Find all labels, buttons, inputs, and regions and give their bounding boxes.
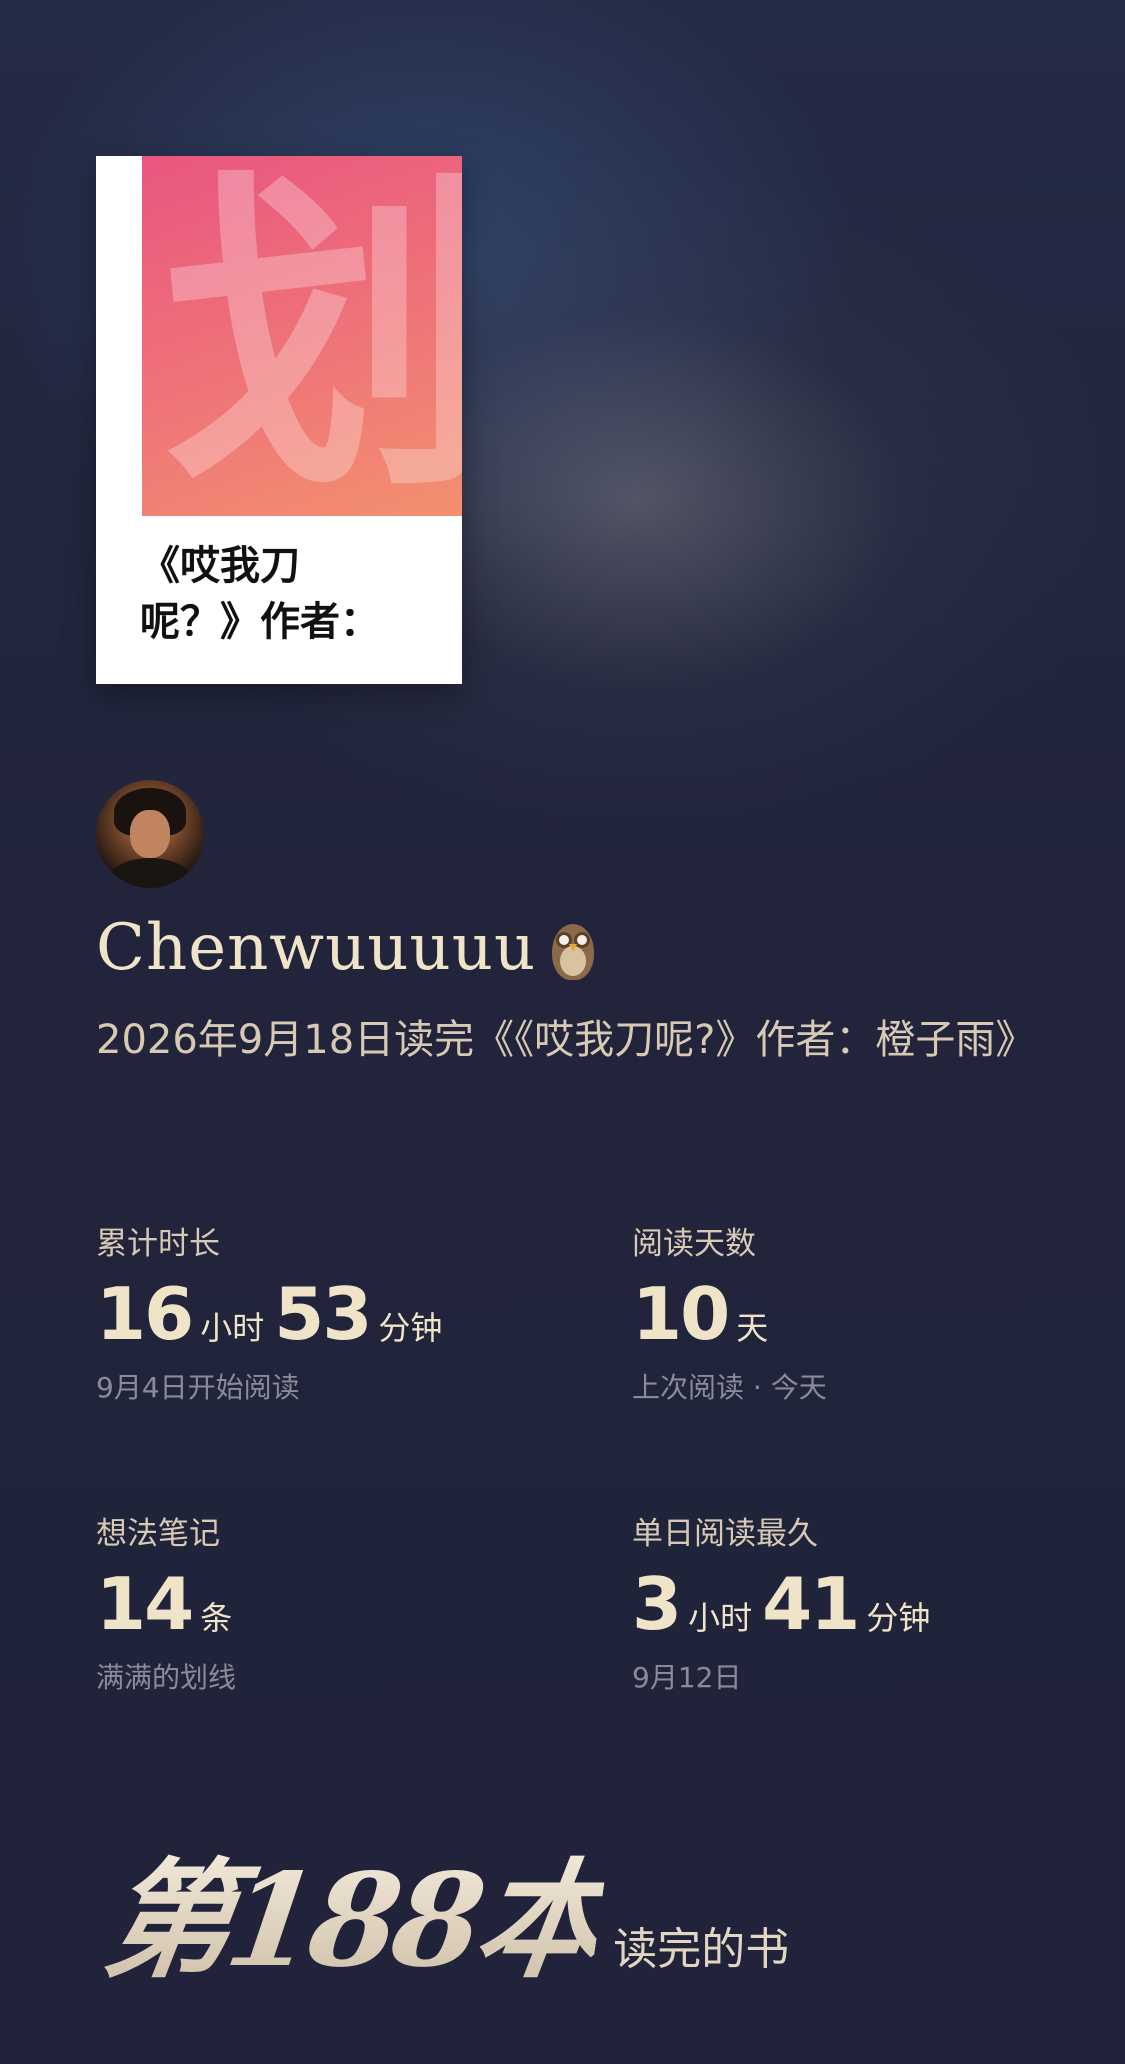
- stat-reading-days: 阅读天数 10 天 上次阅读 · 今天: [632, 1222, 1052, 1408]
- finished-count-number: 第188本: [95, 1846, 610, 1996]
- stat-subtext: 满满的划线: [96, 1661, 237, 1694]
- username: Chenwuuuuu: [96, 911, 537, 985]
- stat-unit: 小时: [200, 1309, 265, 1347]
- stat-number: 16: [96, 1272, 194, 1356]
- stat-label: 想法笔记: [96, 1516, 220, 1552]
- stat-total-time: 累计时长 16 小时 53 分钟 9月4日开始阅读: [96, 1222, 516, 1408]
- cover-glyph: 划: [164, 156, 462, 516]
- stat-notes: 想法笔记 14 条 满满的划线: [96, 1512, 516, 1698]
- cover-title-line2: 呢？》作者：: [140, 598, 380, 645]
- stat-number: 10: [632, 1272, 730, 1356]
- stat-unit: 小时: [688, 1599, 753, 1637]
- stat-longest-day: 单日阅读最久 3 小时 41 分钟 9月12日: [632, 1512, 1052, 1698]
- finished-count: 第188本 读完的书: [95, 1836, 790, 1996]
- stat-number: 14: [96, 1562, 194, 1646]
- stat-label: 累计时长: [96, 1226, 220, 1262]
- cover-title: 《哎我刀 呢？》作者：: [140, 538, 440, 650]
- stat-subtext: 9月4日开始阅读: [96, 1371, 300, 1404]
- stat-value: 3 小时 41 分钟: [632, 1562, 1052, 1646]
- stat-value: 16 小时 53 分钟: [96, 1272, 516, 1356]
- stat-number: 53: [274, 1272, 372, 1356]
- cover-art: 划: [142, 156, 462, 516]
- stat-subtext: 上次阅读 · 今天: [632, 1371, 827, 1404]
- owl-icon: [548, 914, 598, 982]
- stat-unit: 天: [736, 1309, 769, 1347]
- stat-label: 阅读天数: [632, 1226, 756, 1262]
- finish-date-text: 2026年9月18日读完《《哎我刀呢?》作者：橙子雨》: [96, 1017, 1036, 1063]
- avatar[interactable]: [96, 780, 204, 888]
- stat-subtext: 9月12日: [632, 1661, 742, 1694]
- cover-title-line1: 《哎我刀: [140, 542, 300, 589]
- stat-value: 10 天: [632, 1272, 1052, 1356]
- stat-unit: 条: [200, 1599, 233, 1637]
- stat-label: 单日阅读最久: [632, 1516, 818, 1552]
- stat-unit: 分钟: [866, 1599, 931, 1637]
- stat-value: 14 条: [96, 1562, 516, 1646]
- username-row: Chenwuuuuu: [96, 908, 598, 988]
- stat-number: 3: [632, 1562, 682, 1646]
- stat-unit: 分钟: [378, 1309, 443, 1347]
- stat-number: 41: [762, 1562, 860, 1646]
- book-cover[interactable]: 划 《哎我刀 呢？》作者：: [96, 156, 462, 684]
- finished-count-label: 读完的书: [613, 1924, 790, 1975]
